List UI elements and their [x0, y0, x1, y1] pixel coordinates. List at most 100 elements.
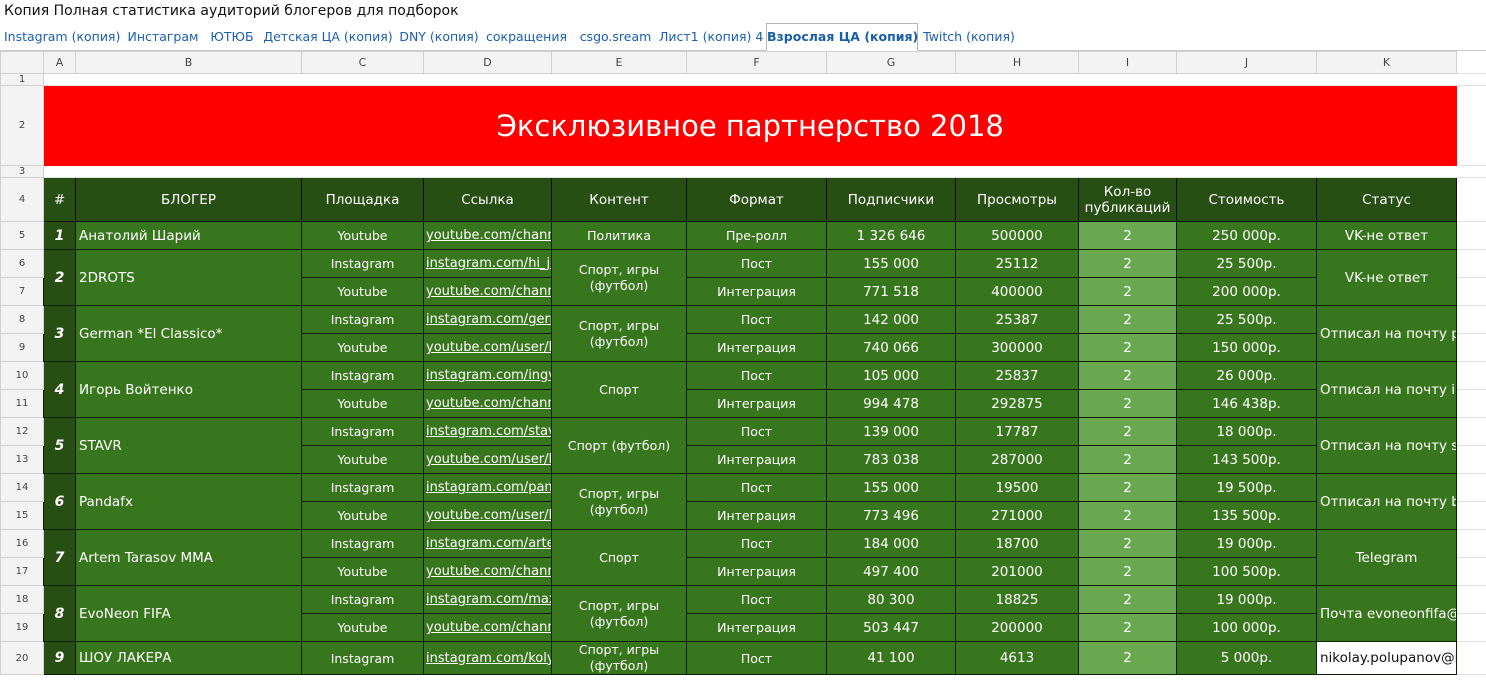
format-cell[interactable]: Пост [686, 305, 827, 334]
content-cell[interactable]: Политика [551, 221, 687, 250]
format-cell[interactable]: Интеграция [686, 277, 827, 306]
row-header-6[interactable]: 6 [0, 249, 44, 278]
price-cell[interactable]: 26 000р. [1176, 361, 1317, 390]
link-cell[interactable]: youtube.com/channel [423, 613, 552, 642]
views-cell[interactable]: 400000 [955, 277, 1079, 306]
row-header-7[interactable]: 7 [0, 277, 44, 306]
price-cell[interactable]: 18 000р. [1176, 417, 1317, 446]
column-header-F[interactable]: F [686, 51, 827, 74]
views-cell[interactable]: 201000 [955, 557, 1079, 586]
row-header-9[interactable]: 9 [0, 333, 44, 362]
subscribers-cell[interactable]: 994 478 [826, 389, 956, 418]
blogger-number[interactable]: 8 [43, 585, 76, 642]
row-header-4[interactable]: 4 [0, 177, 44, 222]
blogger-name[interactable]: EvoNeon FIFA [75, 585, 302, 642]
platform-cell[interactable]: Instagram [301, 361, 424, 390]
blogger-name[interactable]: ШОУ ЛАКЕРА [75, 641, 302, 675]
views-cell[interactable]: 4613 [955, 641, 1079, 675]
format-cell[interactable]: Интеграция [686, 501, 827, 530]
content-cell[interactable]: Спорт, игры (футбол) [551, 585, 687, 642]
price-cell[interactable]: 150 000р. [1176, 333, 1317, 362]
row-header-13[interactable]: 13 [0, 445, 44, 474]
tab-1[interactable]: Instagram (копия) [4, 24, 120, 51]
subscribers-cell[interactable]: 142 000 [826, 305, 956, 334]
row-header-16[interactable]: 16 [0, 529, 44, 558]
price-cell[interactable]: 146 438р. [1176, 389, 1317, 418]
blogger-number[interactable]: 1 [43, 221, 76, 250]
status-cell[interactable]: Отписал на почту ih [1316, 361, 1457, 418]
blogger-number[interactable]: 9 [43, 641, 76, 675]
link-cell[interactable]: instagram.com/kolya [423, 641, 552, 675]
platform-cell[interactable]: Youtube [301, 277, 424, 306]
format-cell[interactable]: Интеграция [686, 445, 827, 474]
publication-count-cell[interactable]: 2 [1078, 389, 1177, 418]
platform-cell[interactable]: Youtube [301, 221, 424, 250]
link-cell[interactable]: instagram.com/germ [423, 305, 552, 334]
format-cell[interactable]: Пост [686, 585, 827, 614]
views-cell[interactable]: 25837 [955, 361, 1079, 390]
platform-cell[interactable]: Youtube [301, 389, 424, 418]
content-cell[interactable]: Спорт (футбол) [551, 417, 687, 474]
subscribers-cell[interactable]: 771 518 [826, 277, 956, 306]
price-cell[interactable]: 19 000р. [1176, 585, 1317, 614]
row-header-3[interactable]: 3 [0, 165, 44, 178]
blogger-number[interactable]: 2 [43, 249, 76, 306]
status-cell[interactable]: Отписал на почту ро [1316, 305, 1457, 362]
column-header-H[interactable]: H [955, 51, 1079, 74]
format-cell[interactable]: Пост [686, 361, 827, 390]
views-cell[interactable]: 271000 [955, 501, 1079, 530]
price-cell[interactable]: 19 500р. [1176, 473, 1317, 502]
column-header-A[interactable]: A [43, 51, 76, 74]
publication-count-cell[interactable]: 2 [1078, 641, 1177, 675]
subscribers-cell[interactable]: 155 000 [826, 249, 956, 278]
subscribers-cell[interactable]: 503 447 [826, 613, 956, 642]
link-cell[interactable]: youtube.com/user/E [423, 333, 552, 362]
tab-7[interactable]: csgo.sream [575, 24, 656, 51]
publication-count-cell[interactable]: 2 [1078, 529, 1177, 558]
publication-count-cell[interactable]: 2 [1078, 473, 1177, 502]
publication-count-cell[interactable]: 2 [1078, 277, 1177, 306]
link-cell[interactable]: instagram.com/ingva [423, 361, 552, 390]
publication-count-cell[interactable]: 2 [1078, 501, 1177, 530]
price-cell[interactable]: 135 500р. [1176, 501, 1317, 530]
publication-count-cell[interactable]: 2 [1078, 305, 1177, 334]
row-header-14[interactable]: 14 [0, 473, 44, 502]
subscribers-cell[interactable]: 1 326 646 [826, 221, 956, 250]
link-cell[interactable]: instagram.com/stavr [423, 417, 552, 446]
blogger-name[interactable]: 2DROTS [75, 249, 302, 306]
row-header-8[interactable]: 8 [0, 305, 44, 334]
blogger-number[interactable]: 6 [43, 473, 76, 530]
platform-cell[interactable]: Youtube [301, 333, 424, 362]
price-cell[interactable]: 143 500р. [1176, 445, 1317, 474]
row-header-19[interactable]: 19 [0, 613, 44, 642]
subscribers-cell[interactable]: 773 496 [826, 501, 956, 530]
tab-2[interactable]: Инстаграм [124, 24, 202, 51]
format-cell[interactable]: Пост [686, 417, 827, 446]
row-header-12[interactable]: 12 [0, 417, 44, 446]
subscribers-cell[interactable]: 139 000 [826, 417, 956, 446]
status-cell[interactable]: Почта evoneonfifa@g [1316, 585, 1457, 642]
content-cell[interactable]: Спорт, игры (футбол) [551, 641, 687, 675]
column-header-E[interactable]: E [551, 51, 687, 74]
format-cell[interactable]: Интеграция [686, 389, 827, 418]
link-cell[interactable]: instagram.com/arter [423, 529, 552, 558]
subscribers-cell[interactable]: 783 038 [826, 445, 956, 474]
subscribers-cell[interactable]: 80 300 [826, 585, 956, 614]
platform-cell[interactable]: Youtube [301, 445, 424, 474]
views-cell[interactable]: 17787 [955, 417, 1079, 446]
blogger-name[interactable]: German *El Classico* [75, 305, 302, 362]
column-header-K[interactable]: K [1316, 51, 1457, 74]
format-cell[interactable]: Интеграция [686, 613, 827, 642]
format-cell[interactable]: Интеграция [686, 333, 827, 362]
format-cell[interactable]: Пост [686, 529, 827, 558]
subscribers-cell[interactable]: 497 400 [826, 557, 956, 586]
link-cell[interactable]: instagram.com/pand [423, 473, 552, 502]
tab-5[interactable]: DNY (копия) [397, 24, 481, 51]
blogger-name[interactable]: Artem Tarasov MMA [75, 529, 302, 586]
platform-cell[interactable]: Instagram [301, 473, 424, 502]
blogger-number[interactable]: 7 [43, 529, 76, 586]
format-cell[interactable]: Пост [686, 473, 827, 502]
link-cell[interactable]: youtube.com/channel [423, 389, 552, 418]
price-cell[interactable]: 25 500р. [1176, 305, 1317, 334]
link-cell[interactable]: youtube.com/channel [423, 221, 552, 250]
